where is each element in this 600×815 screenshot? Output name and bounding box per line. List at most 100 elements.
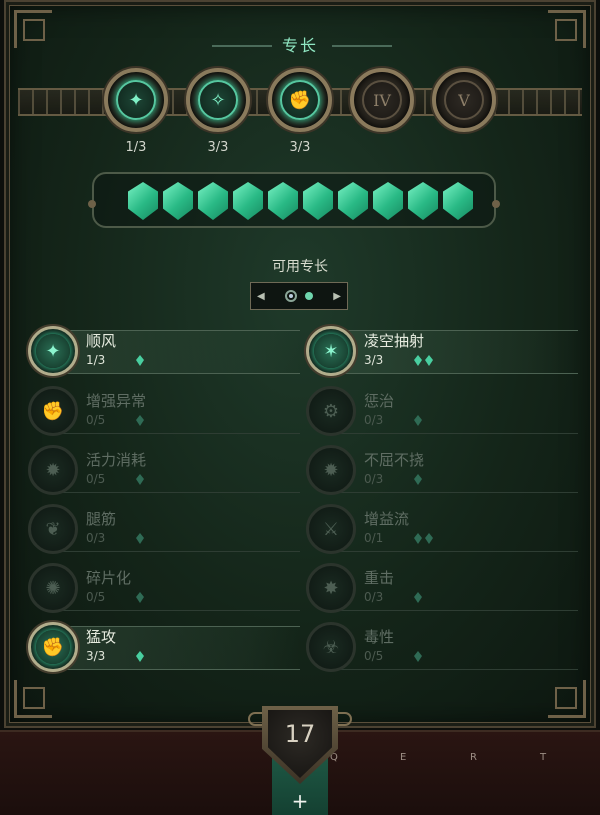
skill-cost [136,533,144,544]
skill-name: 惩治 [364,392,395,410]
tier-2-medallion[interactable]: ✧ [186,68,250,132]
skill-cost [414,355,433,366]
tier-2-count: 3/3 [207,140,229,155]
next-page-arrow-icon[interactable]: ▶ [333,291,341,302]
tier-4-medallion[interactable]: IV [350,68,414,132]
cost-gem-icon [414,415,422,426]
skill-enhanced-anomaly[interactable]: ✊ 增强异常 0/5 [28,384,304,438]
tier-3-count: 3/3 [289,140,311,155]
cost-gem-icon [414,533,422,544]
tier-3-medallion[interactable]: ✊ [268,68,332,132]
skill-rank: 0/3 [364,413,384,427]
compass-icon: ✹ [306,445,356,495]
cost-gem-icon [136,415,144,426]
skill-rank: 0/5 [86,413,106,427]
character-level: 17 [284,720,316,748]
skill-fragmentation[interactable]: ✺ 碎片化 0/5 [28,561,304,615]
hotkey-r: R [470,752,477,763]
cost-gem-icon [414,592,422,603]
fist-plus-icon: ✊ [28,622,78,672]
specialization-points-bar [88,172,500,228]
tier-1-medallion[interactable]: ✦ [104,68,168,132]
poison-icon: ☣ [306,622,356,672]
cost-gem-icon [136,533,144,544]
skill-punish[interactable]: ⚙ 惩治 0/3 [306,384,582,438]
point-gem-icon [408,182,438,220]
panel-title: 专长 [281,36,318,55]
page-2-dot[interactable] [305,292,313,300]
corner-ornament [14,680,52,718]
fist-plus-icon: ✊ [28,386,78,436]
fist-icon: ✊ [280,80,320,120]
hotkey-t: T [540,752,547,763]
gear-icon: ⚙ [306,386,356,436]
sword-stream-icon: ⚔ [306,504,356,554]
skill-rank: 0/5 [86,472,106,486]
tier-5-medallion[interactable]: V [432,68,496,132]
shatter-icon: ✧ [198,80,238,120]
skill-cost [136,651,144,662]
skill-cost [136,355,144,366]
skill-boon-flow[interactable]: ⚔ 增益流 0/1 [306,502,582,556]
cost-gem-icon [414,355,422,366]
skill-rank: 3/3 [364,353,384,367]
skill-name: 腿筋 [86,510,117,528]
skill-name: 不屈不挠 [364,451,425,469]
skill-rank: 0/3 [86,531,106,545]
cost-gem-icon [414,474,422,485]
skill-indomitable[interactable]: ✹ 不屈不挠 0/3 [306,443,582,497]
skill-name: 增益流 [364,510,410,528]
skill-cost [414,415,422,426]
point-gem-icon [303,182,333,220]
page-selector: ◀ ▶ [250,282,348,310]
character-level-badge: 17 [248,706,352,786]
skill-cost [136,592,144,603]
skill-name: 凌空抽射 [364,332,425,350]
skill-rank: 3/3 [86,649,106,663]
cost-gem-icon [425,355,433,366]
point-gem-icon [373,182,403,220]
skill-cost [136,474,144,485]
skill-rank: 1/3 [86,353,106,367]
skill-hamstring[interactable]: ❦ 腿筋 0/3 [28,502,304,556]
skill-name: 活力消耗 [86,451,147,469]
previous-page-arrow-icon[interactable]: ◀ [257,291,265,302]
point-gem-icon [338,182,368,220]
skill-rank: 0/5 [364,649,384,663]
skill-cost [414,651,422,662]
page-1-dot[interactable] [285,290,297,302]
shard-icon: ✺ [28,563,78,613]
skill-rank: 0/5 [86,590,106,604]
point-gem-icon [163,182,193,220]
skill-cost [414,533,433,544]
roman-four-icon: IV [362,80,402,120]
skill-cost [414,592,422,603]
skill-name: 猛攻 [86,628,117,646]
title-ornament-right [332,45,392,47]
skill-rank: 0/3 [364,472,384,486]
skill-vitality-drain[interactable]: ✹ 活力消耗 0/5 [28,443,304,497]
skill-rank: 0/3 [364,590,384,604]
compass-icon: ✹ [28,445,78,495]
point-gem-icon [268,182,298,220]
skill-onslaught[interactable]: ✊ 猛攻 3/3 [28,620,304,674]
skill-tailwind[interactable]: ✦ 顺风 1/3 [28,324,304,378]
point-gem-icon [443,182,473,220]
skill-aerial-volley[interactable]: ✶ 凌空抽射 3/3 [306,324,582,378]
skill-cost [136,415,144,426]
hotkey-labels: Q E R T [330,752,600,763]
cost-gem-icon [136,592,144,603]
point-gem-icon [198,182,228,220]
add-icon[interactable]: + [289,790,311,812]
point-gem-icon [128,182,158,220]
hotkey-e: E [400,752,407,763]
cost-gem-icon [414,651,422,662]
strike-icon: ✸ [306,563,356,613]
skill-name: 重击 [364,569,395,587]
cost-gem-icon [136,474,144,485]
skill-name: 顺风 [86,332,117,350]
skill-toxicity[interactable]: ☣ 毒性 0/5 [306,620,582,674]
skill-heavy-strike[interactable]: ✸ 重击 0/3 [306,561,582,615]
cost-gem-icon [136,651,144,662]
skill-name: 碎片化 [86,569,132,587]
